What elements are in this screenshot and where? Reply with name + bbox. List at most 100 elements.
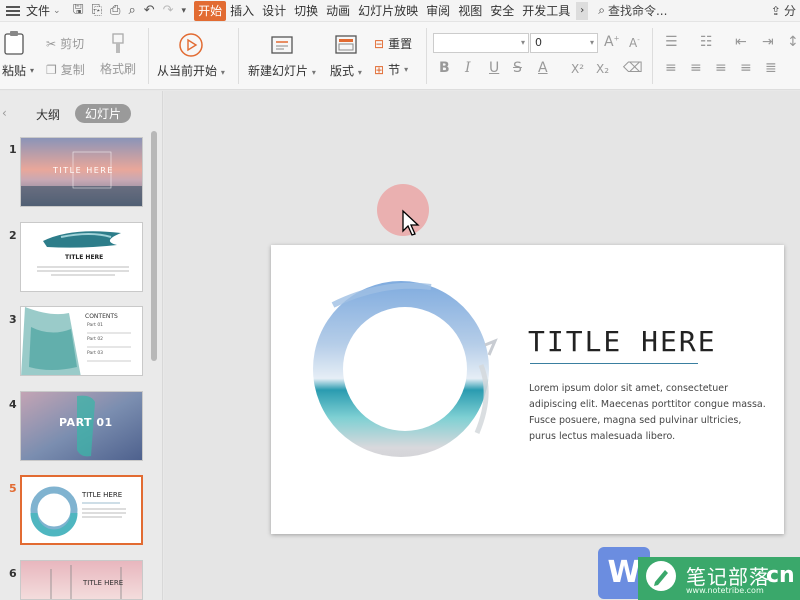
font-name-select[interactable]: ▾ — [433, 33, 529, 53]
font-size-select[interactable]: 0 ▾ — [530, 33, 598, 53]
save-icon[interactable]: 🖫 — [73, 0, 84, 22]
increase-font-icon[interactable]: A+ — [604, 34, 619, 50]
tab-security[interactable]: 安全 — [486, 1, 518, 21]
distribute-icon[interactable]: ≣ — [765, 60, 777, 76]
numbered-list-icon[interactable]: ☷ — [700, 34, 713, 50]
indent-decrease-icon[interactable]: ⇤ — [735, 34, 747, 50]
file-menu[interactable]: 文件 ⌄ — [0, 0, 67, 22]
ribbon-separator — [148, 28, 149, 84]
watermark: W 笔记部落 www.notetribe.com cn — [598, 545, 800, 600]
slide-thumbnail-5[interactable]: TITLE HERE — [20, 475, 143, 545]
hamburger-icon — [6, 5, 20, 16]
line-spacing-icon[interactable]: ↕ — [787, 34, 799, 50]
customize-icon[interactable]: ▾ — [182, 6, 187, 16]
slide-thumbnail-4[interactable]: PART 01 — [20, 391, 143, 461]
new-slide-icon — [271, 36, 293, 54]
tab-developer[interactable]: 开发工具 — [518, 1, 574, 21]
quick-access-toolbar: 🖫 ⎘ ⎙ ⌕ ↶ ↷ ▾ — [73, 0, 187, 22]
current-slide[interactable]: TITLE HERE Lorem ipsum dolor sit amet, c… — [271, 245, 784, 534]
paste-dropdown-icon[interactable]: ▾ — [30, 66, 34, 75]
ribbon-separator — [652, 28, 653, 84]
play-from-current-label: 从当前开始 ▾ — [157, 64, 225, 78]
thumbnail-number: 1 — [9, 143, 17, 156]
menu-bar: 文件 ⌄ 🖫 ⎘ ⎙ ⌕ ↶ ↷ ▾ 开始 插入 设计 切换 动画 幻灯片放映 … — [0, 0, 800, 22]
search-input[interactable]: 查找命令... — [608, 2, 667, 19]
slide-thumbnail-3[interactable]: CONTENTS Part 01 Part 02 Part 03 — [20, 306, 143, 376]
tab-insert[interactable]: 插入 — [226, 1, 258, 21]
chevron-down-icon: ▾ — [520, 38, 525, 47]
new-slide-button[interactable]: 新建幻灯片 ▾ — [248, 32, 316, 79]
subscript-button[interactable]: X₂ — [596, 62, 609, 76]
share-label: 分 — [783, 4, 796, 18]
tab-slides[interactable]: 幻灯片 — [75, 104, 132, 123]
reset-label: 重置 — [388, 37, 413, 51]
watermark-suffix: cn — [766, 563, 795, 588]
cut-label: 剪切 — [60, 37, 85, 51]
align-left-icon[interactable]: ≡ — [665, 60, 677, 76]
tab-design[interactable]: 设计 — [258, 1, 290, 21]
undo-icon[interactable]: ↶ — [144, 3, 155, 18]
thumbnail-image — [30, 486, 126, 537]
tab-view[interactable]: 视图 — [454, 1, 486, 21]
paste-button[interactable]: 粘贴 — [2, 30, 26, 79]
decrease-font-icon[interactable]: A- — [629, 36, 640, 50]
ribbon-separator — [426, 28, 427, 84]
tab-outline[interactable]: 大纲 — [36, 106, 60, 123]
cut-button[interactable]: ✂ 剪切 — [46, 35, 84, 52]
font-size-value: 0 — [535, 36, 542, 49]
thumbnail-title: TITLE HERE — [65, 254, 104, 261]
tab-animations[interactable]: 动画 — [322, 1, 354, 21]
format-painter-button[interactable]: 格式刷 — [100, 32, 136, 77]
justify-icon[interactable]: ≡ — [740, 60, 752, 76]
ribbon-tabs: 开始 插入 设计 切换 动画 幻灯片放映 审阅 视图 安全 开发工具 › — [194, 0, 589, 21]
copy-label: 复制 — [60, 63, 85, 77]
command-search[interactable]: ⌕ 查找命令... — [598, 2, 667, 19]
slide-panel: ‹ 大纲 幻灯片 1 TITLE HERE 2 TITLE HERE 3 CON… — [0, 91, 163, 600]
align-right-icon[interactable]: ≡ — [715, 60, 727, 76]
panel-tabs: ‹ 大纲 幻灯片 — [0, 103, 163, 125]
export-icon[interactable]: ⎘ — [92, 3, 102, 18]
slide-thumbnail-6[interactable]: TITLE HERE — [20, 560, 143, 600]
italic-button[interactable]: I — [465, 60, 471, 76]
layout-button[interactable]: 版式 ▾ — [330, 32, 362, 79]
indent-increase-icon[interactable]: ⇥ — [762, 34, 774, 50]
title-underline — [530, 363, 698, 364]
share-button[interactable]: ⇪ 分 — [771, 2, 796, 19]
brush-icon — [112, 33, 124, 53]
thumbnail-title: TITLE HERE — [82, 491, 123, 499]
collapse-panel-icon[interactable]: ‹ — [2, 106, 7, 120]
slide-thumbnail-2[interactable]: TITLE HERE — [20, 222, 143, 292]
tab-review[interactable]: 审阅 — [422, 1, 454, 21]
paste-label: 粘贴 — [2, 64, 27, 78]
file-menu-label: 文件 — [26, 4, 51, 18]
underline-button[interactable]: U — [489, 60, 499, 76]
thumbnail-title: TITLE HERE — [53, 166, 114, 175]
slide-body-text[interactable]: Lorem ipsum dolor sit amet, consectetuer… — [529, 381, 769, 445]
preview-icon[interactable]: ⌕ — [128, 3, 135, 18]
section-button[interactable]: ⊞ 节 ▾ — [374, 61, 408, 78]
font-color-button[interactable]: A — [538, 60, 548, 76]
slide-title[interactable]: TITLE HERE — [528, 325, 717, 358]
chevron-right-icon[interactable]: › — [576, 1, 589, 20]
slide-thumbnail-1[interactable]: TITLE HERE — [20, 137, 143, 207]
thumbnail-number: 6 — [9, 567, 17, 580]
reset-button[interactable]: ⊟ 重置 — [374, 35, 412, 52]
print-icon[interactable]: ⎙ — [110, 3, 120, 18]
bold-button[interactable]: B — [439, 60, 450, 76]
redo-icon[interactable]: ↷ — [163, 3, 174, 18]
play-from-current-button[interactable]: 从当前开始 ▾ — [157, 32, 225, 79]
superscript-button[interactable]: X² — [571, 62, 584, 76]
align-center-icon[interactable]: ≡ — [690, 60, 702, 76]
tab-home[interactable]: 开始 — [194, 0, 227, 21]
bullet-list-icon[interactable]: ☰ — [665, 34, 678, 50]
contents-item: Part 02 — [87, 337, 104, 342]
copy-button[interactable]: ❐ 复制 — [46, 61, 85, 78]
chevron-down-icon: ⌄ — [53, 5, 61, 16]
tab-slideshow[interactable]: 幻灯片放映 — [354, 1, 422, 21]
tab-transitions[interactable]: 切换 — [290, 1, 322, 21]
thumbnail-title: PART 01 — [59, 416, 113, 429]
eraser-icon[interactable]: ⌫ — [623, 60, 643, 76]
panel-scrollbar[interactable] — [151, 131, 157, 361]
play-icon — [179, 33, 203, 57]
strikethrough-button[interactable]: S — [513, 60, 522, 76]
